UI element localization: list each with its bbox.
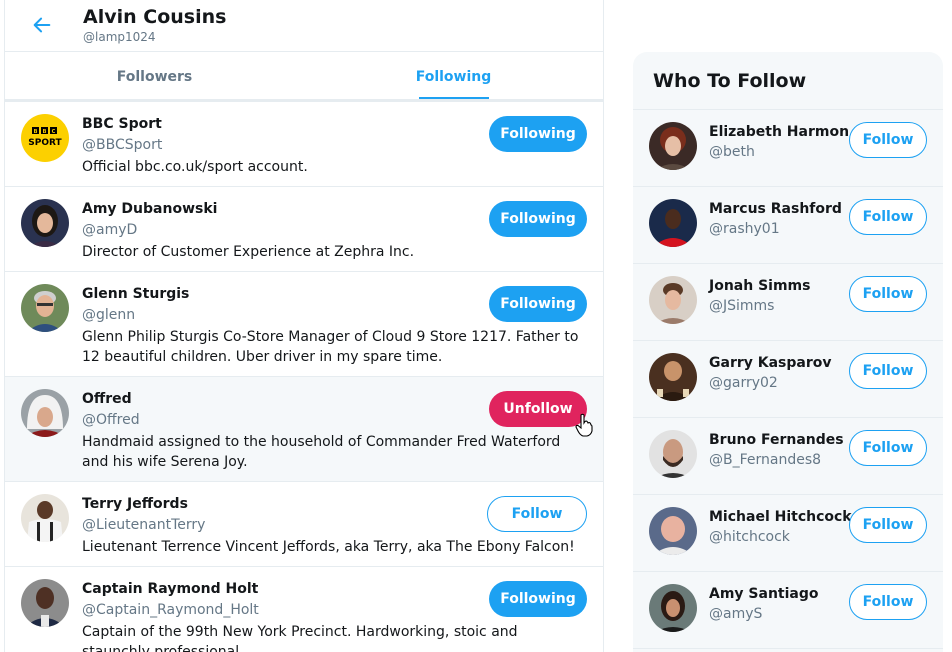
user-handle: @Offred (82, 412, 140, 428)
suggestion-name[interactable]: Jonah Simms (709, 278, 810, 294)
user-name[interactable]: Captain Raymond Holt (82, 581, 258, 597)
user-name[interactable]: Offred (82, 391, 132, 407)
avatar[interactable] (21, 389, 69, 437)
avatar[interactable] (649, 199, 697, 247)
suggestion-item[interactable]: Amy Santiago @amyS Follow (633, 572, 943, 649)
svg-text:B: B (34, 129, 38, 135)
tab-following[interactable]: Following (304, 52, 603, 99)
following-button[interactable]: Following (489, 581, 587, 617)
svg-text:C: C (52, 129, 56, 135)
user-bio: Glenn Philip Sturgis Co-Store Manager of… (82, 329, 579, 365)
bbc-sport-logo-icon: B B C SPORT (28, 127, 63, 148)
avatar[interactable] (21, 579, 69, 627)
suggestion-name[interactable]: Amy Santiago (709, 586, 819, 602)
suggestion-item[interactable]: Jonah Simms @JSimms Follow (633, 264, 943, 341)
suggestion-handle: @hitchcock (709, 529, 790, 545)
avatar-image (649, 353, 697, 401)
suggestion-handle: @B_Fernandes8 (709, 452, 822, 468)
follow-button[interactable]: Follow (849, 507, 927, 543)
avatar-image (21, 579, 69, 627)
main-column: Alvin Cousins @lamp1024 Followers Follow… (4, 0, 604, 652)
follow-button[interactable]: Follow (849, 353, 927, 389)
list-item[interactable]: Terry Jeffords @LieutenantTerry Lieutena… (5, 482, 603, 567)
avatar[interactable] (21, 494, 69, 542)
suggestion-handle: @garry02 (709, 375, 778, 391)
avatar-image (649, 276, 697, 324)
user-handle: @BBCSport (82, 137, 163, 153)
follow-button[interactable]: Follow (849, 584, 927, 620)
following-button[interactable]: Following (489, 201, 587, 237)
tab-followers[interactable]: Followers (5, 52, 304, 99)
profile-header: Alvin Cousins @lamp1024 (5, 0, 603, 52)
user-bio: Handmaid assigned to the household of Co… (82, 434, 561, 470)
panel-title: Who To Follow (633, 52, 943, 110)
user-name[interactable]: BBC Sport (82, 116, 162, 132)
suggestion-name[interactable]: Michael Hitchcock (709, 509, 852, 525)
avatar[interactable]: B B C SPORT (21, 114, 69, 162)
user-name[interactable]: Amy Dubanowski (82, 201, 217, 217)
user-handle: @LieutenantTerry (82, 517, 206, 533)
avatar-image (21, 199, 69, 247)
avatar-image (649, 430, 697, 478)
following-button[interactable]: Following (489, 286, 587, 322)
user-name[interactable]: Terry Jeffords (82, 496, 188, 512)
avatar[interactable] (21, 284, 69, 332)
avatar[interactable] (649, 353, 697, 401)
unfollow-button[interactable]: Unfollow (489, 391, 587, 427)
user-bio: Official bbc.co.uk/sport account. (82, 159, 308, 175)
list-item[interactable]: Offred @Offred Handmaid assigned to the … (5, 377, 603, 482)
avatar[interactable] (649, 276, 697, 324)
following-button[interactable]: Following (489, 116, 587, 152)
user-bio: Lieutenant Terrence Vincent Jeffords, ak… (82, 539, 575, 555)
list-item[interactable]: Glenn Sturgis @glenn Glenn Philip Sturgi… (5, 272, 603, 377)
suggestion-name[interactable]: Elizabeth Harmon (709, 124, 849, 140)
avatar-image (21, 494, 69, 542)
user-handle: @Captain_Raymond_Holt (82, 602, 259, 618)
follow-button[interactable]: Follow (487, 496, 587, 532)
suggestion-name[interactable]: Marcus Rashford (709, 201, 842, 217)
list-item[interactable]: Amy Dubanowski @amyD Director of Custome… (5, 187, 603, 272)
svg-text:B: B (43, 129, 47, 135)
follow-button[interactable]: Follow (849, 430, 927, 466)
avatar-image (649, 199, 697, 247)
back-arrow-icon[interactable] (31, 14, 53, 36)
profile-name: Alvin Cousins (83, 6, 227, 28)
list-item[interactable]: Captain Raymond Holt @Captain_Raymond_Ho… (5, 567, 603, 652)
follow-button[interactable]: Follow (849, 276, 927, 312)
suggestion-item[interactable]: Bruno Fernandes @B_Fernandes8 Follow (633, 418, 943, 495)
user-name[interactable]: Glenn Sturgis (82, 286, 189, 302)
follow-button[interactable]: Follow (849, 199, 927, 235)
list-item[interactable]: B B C SPORT BBC Sport @BBCSport Official… (5, 102, 603, 187)
avatar-image (649, 122, 697, 170)
user-bio: Director of Customer Experience at Zephr… (82, 244, 415, 260)
suggestion-handle: @rashy01 (709, 221, 780, 237)
svg-text:SPORT: SPORT (28, 138, 62, 148)
suggestion-item[interactable]: Marcus Rashford @rashy01 Follow (633, 187, 943, 264)
avatar[interactable] (649, 430, 697, 478)
avatar[interactable] (649, 122, 697, 170)
avatar-image (649, 507, 697, 555)
avatar[interactable] (649, 584, 697, 632)
suggestion-name[interactable]: Garry Kasparov (709, 355, 832, 371)
suggestion-item[interactable]: Garry Kasparov @garry02 Follow (633, 341, 943, 418)
who-to-follow-panel: Who To Follow Elizabeth Harmon @beth Fol… (633, 52, 943, 652)
user-handle: @amyD (82, 222, 138, 238)
suggestion-handle: @amyS (709, 606, 763, 622)
suggestion-handle: @JSimms (709, 298, 775, 314)
avatar-image (649, 584, 697, 632)
avatar[interactable] (649, 507, 697, 555)
user-handle: @glenn (82, 307, 136, 323)
suggestion-item[interactable]: Elizabeth Harmon @beth Follow (633, 110, 943, 187)
avatar[interactable] (21, 199, 69, 247)
profile-handle: @lamp1024 (83, 30, 156, 44)
hand-cursor-icon (575, 413, 593, 437)
suggestion-name[interactable]: Bruno Fernandes (709, 432, 844, 448)
suggestion-handle: @beth (709, 144, 755, 160)
suggestion-item[interactable]: Michael Hitchcock @hitchcock Follow (633, 495, 943, 572)
avatar-image (21, 284, 69, 332)
user-bio: Captain of the 99th New York Precinct. H… (82, 624, 518, 652)
tab-bar: Followers Following (5, 52, 603, 102)
follow-button[interactable]: Follow (849, 122, 927, 158)
avatar-image (21, 389, 69, 437)
